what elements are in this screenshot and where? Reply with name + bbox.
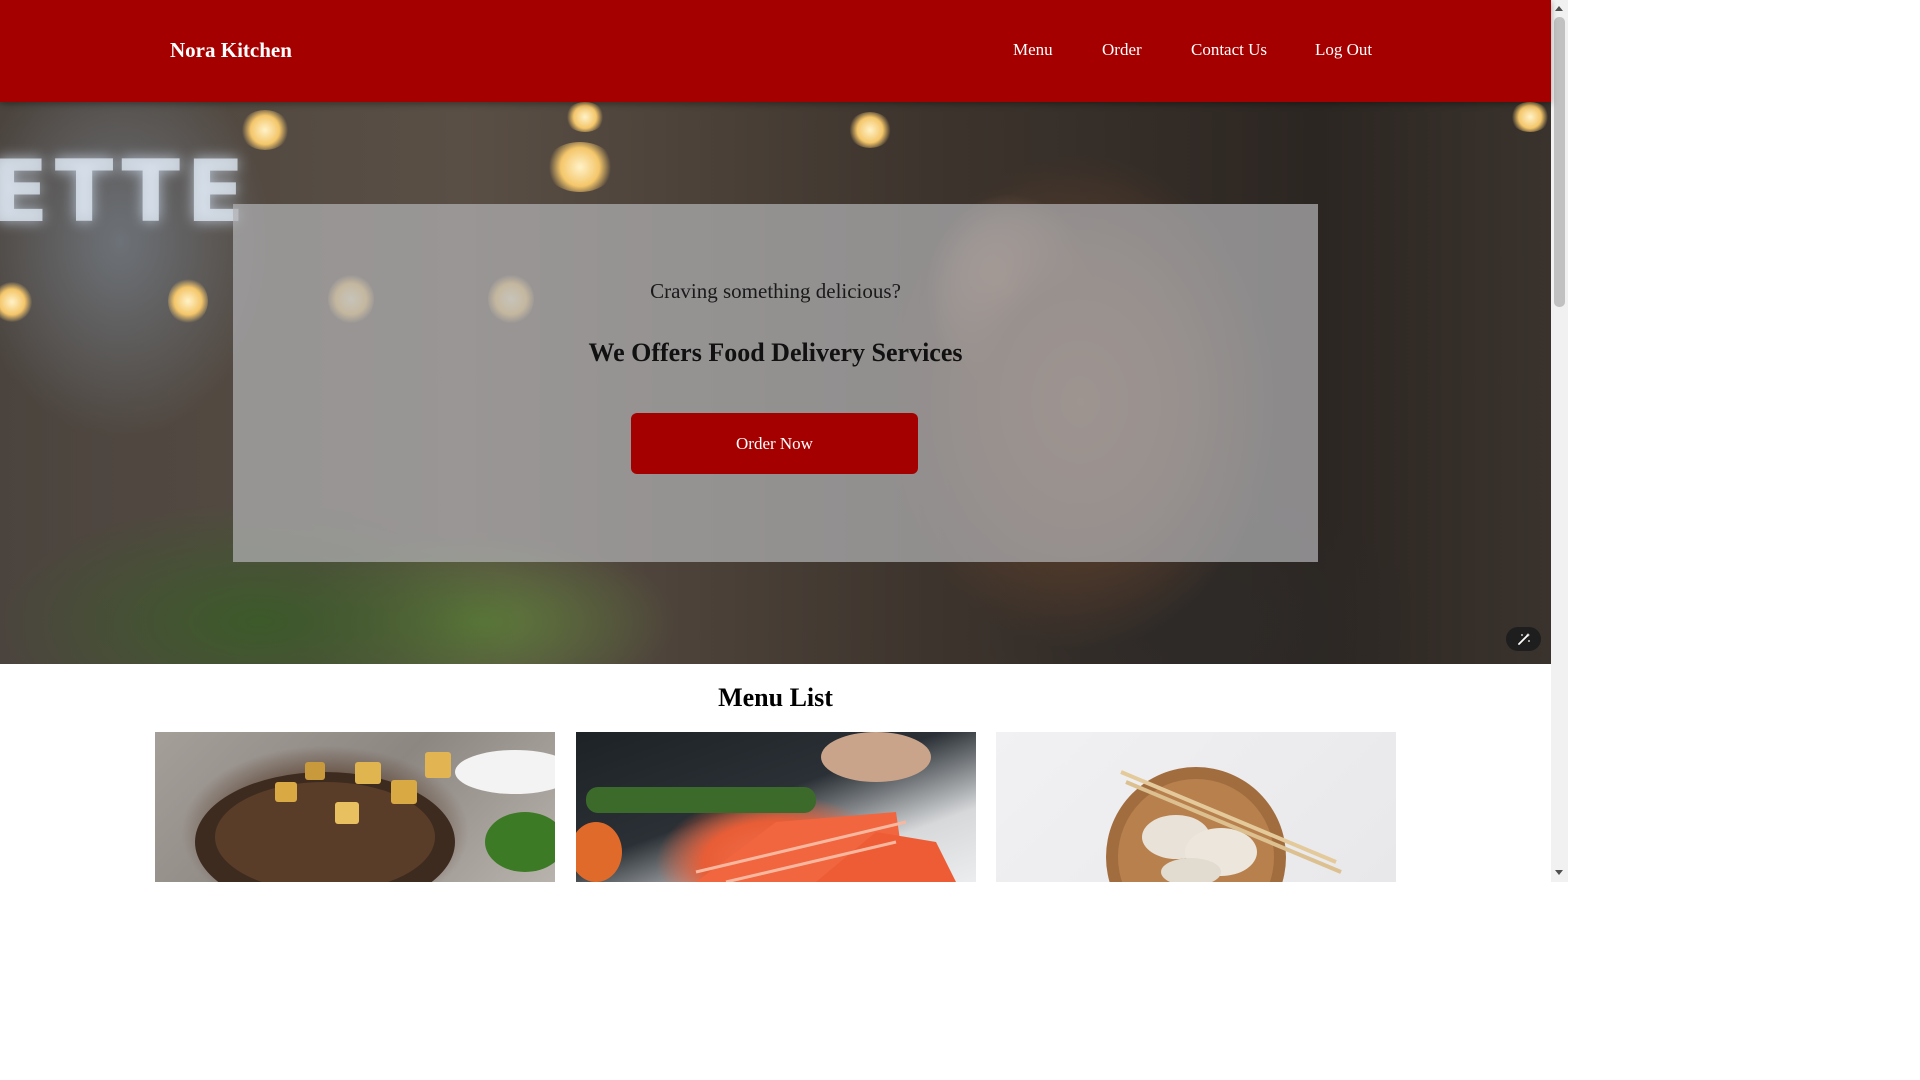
magic-wand-icon[interactable] xyxy=(1506,627,1541,651)
order-now-button[interactable]: Order Now xyxy=(631,413,918,474)
background-neon-sign: ETTE xyxy=(0,142,251,242)
bokeh-light xyxy=(848,112,892,148)
hero-overlay-box: Craving something delicious? We Offers F… xyxy=(233,204,1318,562)
scroll-up-arrow-icon[interactable] xyxy=(1555,6,1563,11)
bokeh-light xyxy=(545,142,615,192)
salmon-image xyxy=(576,732,956,882)
hero-tagline: Craving something delicious? xyxy=(650,279,901,303)
navbar: Nora Kitchen Menu Order Contact Us Log O… xyxy=(0,0,1551,102)
nav-link-menu[interactable]: Menu xyxy=(1013,40,1053,60)
hero-headline: We Offers Food Delivery Services xyxy=(588,338,963,367)
dumplings-image xyxy=(1106,767,1342,882)
bokeh-light xyxy=(168,278,208,324)
menu-list-title: Menu List xyxy=(718,683,833,712)
menu-card-grilled-pork-chop[interactable] xyxy=(155,732,555,882)
nav-link-order[interactable]: Order xyxy=(1102,40,1142,60)
hero-section: ETTE Craving something delicious? We Off… xyxy=(0,102,1551,664)
page-scrollbar[interactable] xyxy=(1551,0,1568,882)
bokeh-light xyxy=(240,110,290,150)
scroll-down-arrow-icon[interactable] xyxy=(1555,870,1563,875)
nav-link-contact-us[interactable]: Contact Us xyxy=(1191,40,1267,60)
menu-card-dumplings[interactable] xyxy=(996,732,1396,882)
scroll-thumb[interactable] xyxy=(1554,17,1565,307)
pork-chop-image xyxy=(195,750,555,882)
nav-link-log-out[interactable]: Log Out xyxy=(1315,40,1372,60)
bokeh-light xyxy=(1510,102,1550,132)
brand-logo[interactable]: Nora Kitchen xyxy=(170,38,292,63)
menu-card-salmon[interactable] xyxy=(576,732,976,882)
bokeh-light xyxy=(0,282,32,322)
bokeh-light xyxy=(565,102,605,132)
